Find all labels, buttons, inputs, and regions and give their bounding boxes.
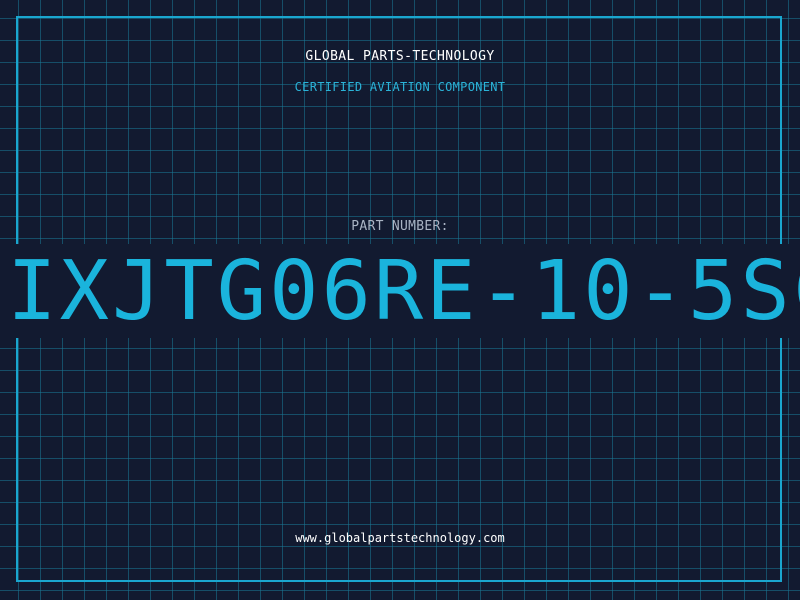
part-number-value: NDIXJTG06RE-10-5SC0	[0, 244, 800, 338]
brand-title: GLOBAL PARTS-TECHNOLOGY	[305, 49, 495, 64]
part-number-band: NDIXJTG06RE-10-5SC0	[0, 244, 800, 338]
part-number-label: PART NUMBER:	[351, 219, 449, 234]
website-url: www.globalpartstechnology.com	[295, 531, 505, 545]
certification-subtitle: CERTIFIED AVIATION COMPONENT	[294, 80, 506, 94]
part-label-card: GLOBAL PARTS-TECHNOLOGY CERTIFIED AVIATI…	[0, 0, 800, 600]
